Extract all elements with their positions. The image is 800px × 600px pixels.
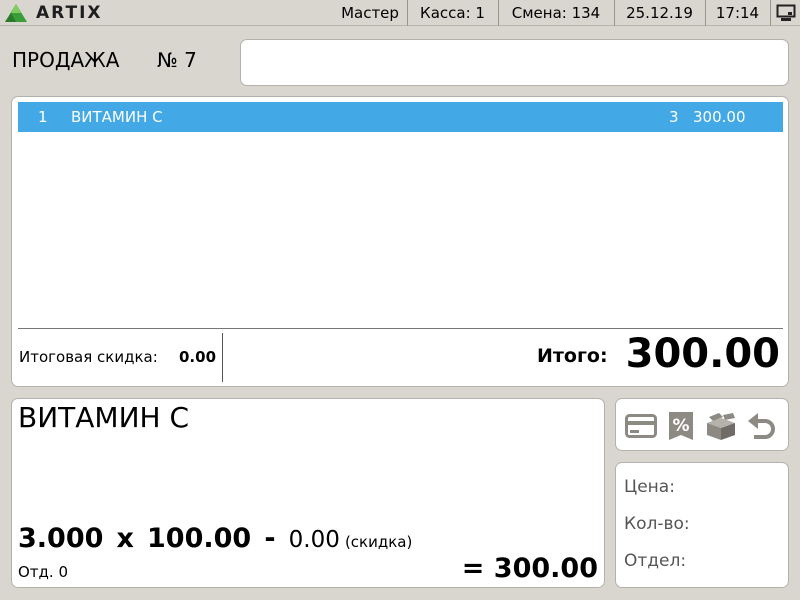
qty-label: Кол-во:: [624, 514, 690, 534]
monitor-icon: [776, 4, 795, 21]
action-buttons-panel: %: [615, 398, 789, 451]
item-qty: 3.000: [18, 523, 104, 554]
status-register: Касса: 1: [407, 0, 497, 26]
row-index: 1: [38, 108, 48, 126]
scan-input[interactable]: [240, 39, 789, 86]
logo-text: ARTIX: [36, 3, 103, 23]
discount-separator: [222, 333, 223, 382]
discount-button[interactable]: %: [664, 409, 698, 443]
payment-button[interactable]: [624, 409, 658, 443]
receipt-row[interactable]: 1 ВИТАМИН С 3 300.00: [18, 102, 783, 132]
price-label: Цена:: [624, 477, 675, 497]
item-discount: 0.00: [288, 527, 340, 553]
products-button[interactable]: [704, 409, 738, 443]
item-detail-panel: ВИТАМИН С 3.000 x 100.00 - 0.00 (скидка)…: [11, 398, 605, 588]
row-name: ВИТАМИН С: [71, 108, 163, 126]
item-name: ВИТАМИН С: [18, 401, 190, 434]
artix-logo: ARTIX: [4, 3, 103, 23]
minus-sign: -: [264, 523, 276, 554]
terminal-menu-button[interactable]: [770, 0, 800, 26]
undo-icon: [748, 413, 775, 439]
row-sum: 300.00: [693, 108, 746, 126]
status-time: 17:14: [705, 0, 769, 26]
receipt-panel: 1 ВИТАМИН С 3 300.00 Итоговая скидка: 0.…: [11, 96, 789, 387]
percent-tag-icon: %: [669, 412, 693, 440]
total-value: 300.00: [625, 331, 780, 377]
total-label: Итого:: [537, 345, 608, 367]
item-info-panel: Цена: Кол-во: Отдел:: [615, 462, 789, 588]
status-date: 25.12.19: [614, 0, 704, 26]
status-user: Мастер: [341, 4, 399, 22]
times-sign: x: [116, 523, 134, 554]
card-icon: [625, 414, 657, 438]
item-calculation: 3.000 x 100.00 - 0.00 (скидка): [18, 523, 412, 559]
department-label: Отдел:: [624, 551, 687, 571]
sale-title: ПРОДАЖА: [12, 48, 120, 72]
item-department: Отд. 0: [18, 563, 68, 581]
row-qty: 3: [669, 108, 679, 126]
return-button[interactable]: [744, 409, 778, 443]
logo-triangle-icon: [5, 4, 27, 22]
item-total: = 300.00: [461, 553, 598, 584]
top-bar: ARTIX Мастер Касса: 1 Смена: 134 25.12.1…: [0, 0, 800, 26]
discount-value: 0.00: [179, 348, 217, 366]
status-shift: Смена: 134: [498, 0, 613, 26]
discount-label: Итоговая скидка:: [19, 348, 158, 366]
discount-note: (скидка): [344, 533, 413, 551]
boxes-icon: [707, 413, 735, 440]
receipt-divider: [18, 328, 783, 329]
sale-number: № 7: [157, 48, 197, 72]
svg-text:%: %: [672, 416, 689, 436]
item-price: 100.00: [147, 523, 252, 554]
